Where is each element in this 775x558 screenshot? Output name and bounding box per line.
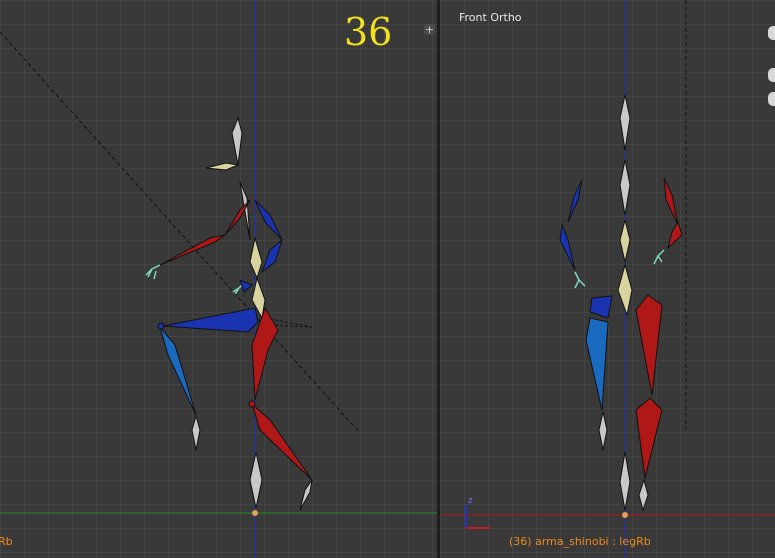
bone-hand-r[interactable] <box>145 264 161 280</box>
bone-hip-l[interactable] <box>589 295 613 319</box>
origin-point <box>622 512 628 518</box>
bone-shin-l[interactable] <box>598 411 608 451</box>
bone-hand-l[interactable] <box>574 271 586 289</box>
bone-forearm-r[interactable] <box>159 234 226 266</box>
joint-knee-r[interactable] <box>248 400 256 408</box>
bone-upper-arm-l[interactable] <box>254 199 283 241</box>
frame-number: 36 <box>344 10 393 54</box>
left-3d-viewport[interactable]: 36 Rb <box>0 0 437 558</box>
bone-foot-r[interactable] <box>638 478 649 512</box>
bone-thigh-l[interactable] <box>162 307 259 333</box>
bone-head[interactable] <box>231 116 243 166</box>
active-bone-status: Rb <box>0 535 13 548</box>
right-armature-view: z <box>440 0 775 558</box>
region-tab[interactable] <box>768 26 775 40</box>
bone-shin-l[interactable] <box>159 326 197 416</box>
view-label: Front Ortho <box>459 11 522 24</box>
bone-root[interactable] <box>619 451 631 511</box>
axis-gizmo: z <box>465 496 490 529</box>
split-area-icon[interactable]: + <box>424 24 435 35</box>
bone-hand-r[interactable] <box>653 249 665 265</box>
bone-spine-upper[interactable] <box>249 237 263 280</box>
bone-neck[interactable] <box>619 159 631 216</box>
bone-forearm-l[interactable] <box>260 238 283 274</box>
bone-spine-lower[interactable] <box>617 263 633 317</box>
bone-root[interactable] <box>249 451 263 509</box>
left-armature-view <box>0 0 437 558</box>
bone-upper-arm-l[interactable] <box>567 179 583 223</box>
joint-knee-l[interactable] <box>157 322 165 330</box>
bone-foot-r[interactable] <box>299 479 313 511</box>
bone-spine-upper[interactable] <box>619 219 631 263</box>
axis-gizmo-z-label: z <box>468 496 473 506</box>
bone-shin-r[interactable] <box>250 402 313 481</box>
bone-head[interactable] <box>619 94 631 151</box>
bone-foot-l[interactable] <box>191 414 201 451</box>
bone-forearm-r[interactable] <box>667 220 683 250</box>
active-object-status: (36) arma_shinobi : legRb <box>509 535 651 548</box>
region-tab[interactable] <box>768 92 775 106</box>
bone-jaw[interactable] <box>205 162 240 171</box>
bone-forearm-l[interactable] <box>559 223 576 271</box>
bone-upper-arm-r[interactable] <box>663 177 679 226</box>
region-tab[interactable] <box>768 68 775 82</box>
bone-hand-l-root[interactable] <box>239 279 253 293</box>
bone-shin-r[interactable] <box>635 397 663 479</box>
origin-point <box>252 510 258 516</box>
region-toggle-strip[interactable] <box>767 20 775 120</box>
bone-thigh-r[interactable] <box>635 294 663 396</box>
bone-thigh-l[interactable] <box>585 317 609 411</box>
right-3d-viewport[interactable]: z Front Ortho (36) arma_shinobi : legRb <box>440 0 775 558</box>
